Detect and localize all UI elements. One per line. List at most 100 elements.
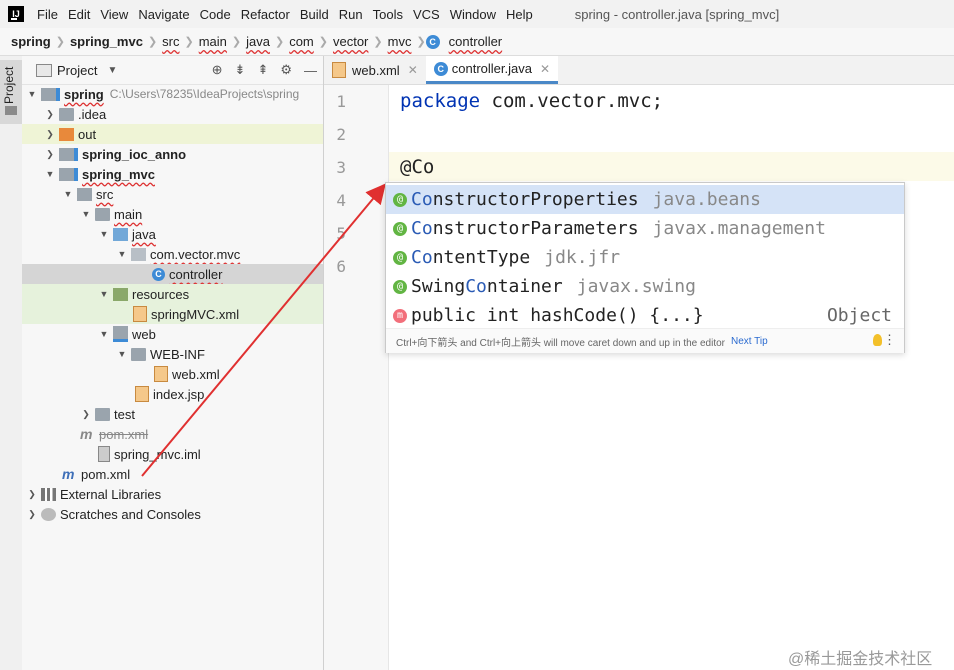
completion-item[interactable]: m public int hashCode() {...} Object: [386, 301, 904, 330]
expand-icon[interactable]: ⇞: [257, 62, 268, 78]
menu-run[interactable]: Run: [335, 7, 369, 22]
chevron-down-icon[interactable]: ▼: [98, 229, 110, 239]
chevron-right-icon: ❯: [184, 36, 194, 48]
chevron-right-icon[interactable]: ❯: [44, 129, 56, 140]
tree-item[interactable]: ▼ src: [22, 184, 323, 204]
chevron-down-icon[interactable]: ▼: [26, 89, 38, 99]
menu-edit[interactable]: Edit: [64, 7, 96, 22]
tree-item[interactable]: springMVC.xml: [22, 304, 323, 324]
tree-item[interactable]: ❯ spring_ioc_anno: [22, 144, 323, 164]
menu-file[interactable]: File: [33, 7, 64, 22]
chevron-right-icon: ❯: [373, 36, 383, 48]
tree-item-label: test: [114, 406, 135, 422]
menu-tools[interactable]: Tools: [369, 7, 409, 22]
project-tool-tab[interactable]: Project: [0, 60, 22, 124]
tree-item[interactable]: spring_mvc.iml: [22, 444, 323, 464]
breadcrumb-item-current[interactable]: controller: [444, 34, 507, 49]
close-icon[interactable]: ✕: [540, 62, 550, 76]
tree-item[interactable]: ▼ spring C:\Users\78235\IdeaProjects\sprin…: [22, 84, 323, 104]
tree-item[interactable]: ▼ main: [22, 204, 323, 224]
tree-item-selected[interactable]: Ccontroller: [22, 264, 323, 284]
tree-item[interactable]: ▼ java: [22, 224, 323, 244]
tree-item[interactable]: index.jsp: [22, 384, 323, 404]
tree-item-label: index.jsp: [153, 386, 205, 402]
tree-item[interactable]: m pom.xml: [22, 424, 323, 444]
breadcrumb-item[interactable]: java: [241, 34, 275, 49]
chevron-right-icon[interactable]: ❯: [44, 149, 56, 160]
completion-item-selected[interactable]: @ Co nstructorProperties java.beans: [386, 185, 904, 214]
menu-view[interactable]: View: [96, 7, 134, 22]
tree-item[interactable]: ▼ com.vector.mvc: [22, 244, 323, 264]
tree-item-label: spring_mvc.iml: [114, 446, 201, 462]
target-icon[interactable]: ⊕: [212, 62, 223, 78]
menu-refactor[interactable]: Refactor: [237, 7, 296, 22]
editor-tabs: web.xml ✕ C controller.java ✕: [324, 56, 954, 85]
gear-icon[interactable]: ⚙: [280, 62, 292, 78]
chevron-right-icon: ❯: [274, 36, 285, 48]
tree-item[interactable]: ❯ Scratches and Consoles: [22, 504, 323, 524]
chevron-right-icon[interactable]: ❯: [80, 409, 92, 420]
chevron-right-icon[interactable]: ❯: [44, 109, 56, 120]
chevron-down-icon[interactable]: ▼: [98, 329, 110, 339]
tree-item[interactable]: ▼ web: [22, 324, 323, 344]
tree-item-label: resources: [132, 286, 190, 302]
chevron-down-icon[interactable]: ▼: [116, 249, 128, 259]
menu-navigate[interactable]: Navigate: [134, 7, 195, 22]
completion-type: Object: [826, 305, 892, 326]
tree-item-label: src: [96, 186, 114, 202]
chevron-down-icon[interactable]: ▼: [107, 65, 117, 76]
code-line-current: @Co: [400, 156, 434, 178]
minimize-icon[interactable]: —: [304, 63, 317, 78]
completion-footer: Ctrl+向下箭头 and Ctrl+向上箭头 will move caret …: [386, 328, 904, 353]
resources-folder-icon: [113, 287, 128, 301]
breadcrumb-item[interactable]: src: [157, 34, 184, 49]
line-number: 1: [336, 92, 346, 111]
breadcrumb-item[interactable]: spring_mvc: [65, 34, 148, 49]
tree-item[interactable]: web.xml: [22, 364, 323, 384]
close-icon[interactable]: ✕: [408, 63, 418, 77]
menu-vcs[interactable]: VCS: [409, 7, 446, 22]
chevron-down-icon[interactable]: ▼: [44, 169, 56, 179]
completion-package: java.beans: [652, 189, 761, 210]
tree-item-label: springMVC.xml: [151, 306, 240, 322]
chevron-down-icon[interactable]: ▼: [98, 289, 110, 299]
tab-controller-java[interactable]: C controller.java ✕: [425, 56, 559, 84]
tree-item[interactable]: ❯ out: [22, 124, 323, 144]
more-options-icon[interactable]: ⋮: [883, 332, 896, 348]
tree-item[interactable]: m pom.xml: [22, 464, 323, 484]
menu-window[interactable]: Window: [446, 7, 502, 22]
tree-item[interactable]: ▼ spring_mvc: [22, 164, 323, 184]
completion-item[interactable]: @ Swing Co ntainer javax.swing: [386, 272, 904, 301]
chevron-right-icon[interactable]: ❯: [26, 489, 38, 500]
tree-item[interactable]: ▼ resources: [22, 284, 323, 304]
next-tip-link[interactable]: Next Tip: [731, 336, 768, 347]
tree-item-label: web: [132, 326, 156, 342]
breadcrumb-item[interactable]: spring: [6, 34, 56, 49]
menu-build[interactable]: Build: [296, 7, 335, 22]
tab-web-xml[interactable]: web.xml ✕: [324, 56, 426, 84]
folder-icon: [59, 107, 74, 121]
chevron-right-icon: ❯: [318, 36, 328, 48]
breadcrumb-item[interactable]: vector: [328, 34, 373, 49]
project-panel-title[interactable]: Project: [57, 63, 97, 78]
collapse-icon[interactable]: ⇟: [235, 62, 246, 78]
module-folder-icon: [59, 147, 78, 161]
lightbulb-icon[interactable]: [873, 334, 882, 346]
tree-item[interactable]: ❯ .idea: [22, 104, 323, 124]
chevron-down-icon[interactable]: ▼: [116, 349, 128, 359]
window-title: spring - controller.java [spring_mvc]: [574, 6, 780, 22]
breadcrumb-item[interactable]: com: [284, 34, 319, 49]
completion-item[interactable]: @ Co ntentType jdk.jfr: [386, 243, 904, 272]
chevron-right-icon[interactable]: ❯: [26, 509, 38, 520]
tree-item[interactable]: ❯ test: [22, 404, 323, 424]
tree-item[interactable]: ❯ External Libraries: [22, 484, 323, 504]
tree-item[interactable]: ▼ WEB-INF: [22, 344, 323, 364]
breadcrumb-item[interactable]: mvc: [383, 34, 417, 49]
completion-text: public int hashCode() {...}: [411, 305, 704, 326]
chevron-down-icon[interactable]: ▼: [62, 189, 74, 199]
menu-help[interactable]: Help: [502, 7, 539, 22]
completion-item[interactable]: @ Co nstructorParameters javax.management: [386, 214, 904, 243]
chevron-down-icon[interactable]: ▼: [80, 209, 92, 219]
breadcrumb-item[interactable]: main: [194, 34, 232, 49]
menu-code[interactable]: Code: [196, 7, 237, 22]
